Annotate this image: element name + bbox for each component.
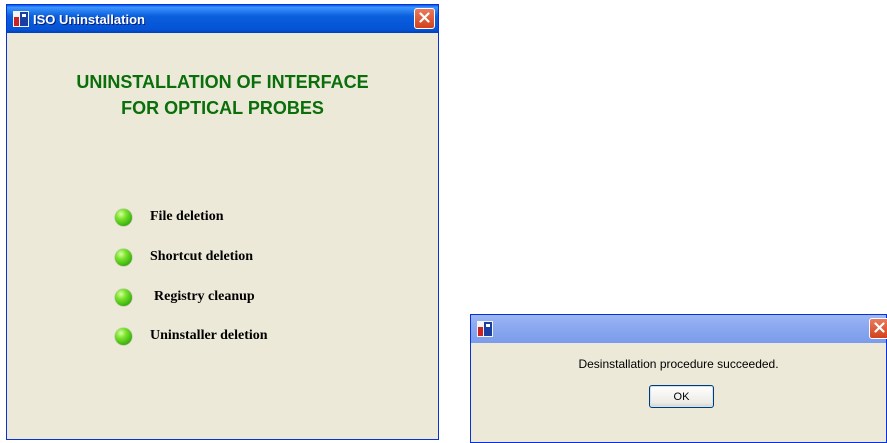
title-bar[interactable]: ISO Uninstallation [7, 5, 438, 33]
step-label: File deletion [150, 209, 224, 224]
step-label: Uninstaller deletion [150, 328, 268, 343]
step-file-deletion: File deletion [115, 207, 224, 227]
heading-line-1: UNINSTALLATION OF INTERFACE [76, 72, 369, 92]
heading-line-2: FOR OPTICAL PROBES [121, 98, 324, 118]
status-led-icon [115, 288, 132, 306]
uninstall-window: ISO Uninstallation UNINSTALLATION OF INT… [6, 4, 439, 440]
dialog-content: Desinstallation procedure succeeded. OK [471, 343, 886, 442]
dialog-title-bar[interactable] [471, 315, 887, 343]
ok-button[interactable]: OK [649, 385, 714, 408]
app-icon [477, 321, 493, 337]
step-registry-cleanup: Registry cleanup [115, 287, 255, 307]
app-icon [13, 11, 29, 27]
close-icon [874, 320, 885, 338]
status-led-icon [115, 248, 132, 266]
page-title: UNINSTALLATION OF INTERFACE FOR OPTICAL … [7, 69, 438, 121]
window-title: ISO Uninstallation [33, 11, 145, 27]
step-shortcut-deletion: Shortcut deletion [115, 247, 253, 267]
status-led-icon [115, 327, 132, 345]
dialog-close-button[interactable] [869, 318, 887, 339]
status-led-icon [115, 208, 132, 226]
close-icon [419, 10, 430, 28]
step-label: Shortcut deletion [150, 249, 254, 264]
step-label: Registry cleanup [154, 289, 255, 304]
message-dialog: Desinstallation procedure succeeded. OK [470, 314, 887, 443]
close-button[interactable] [414, 8, 435, 29]
step-uninstaller-deletion: Uninstaller deletion [115, 326, 268, 346]
window-content: UNINSTALLATION OF INTERFACE FOR OPTICAL … [7, 33, 438, 439]
dialog-message: Desinstallation procedure succeeded. [578, 357, 779, 371]
